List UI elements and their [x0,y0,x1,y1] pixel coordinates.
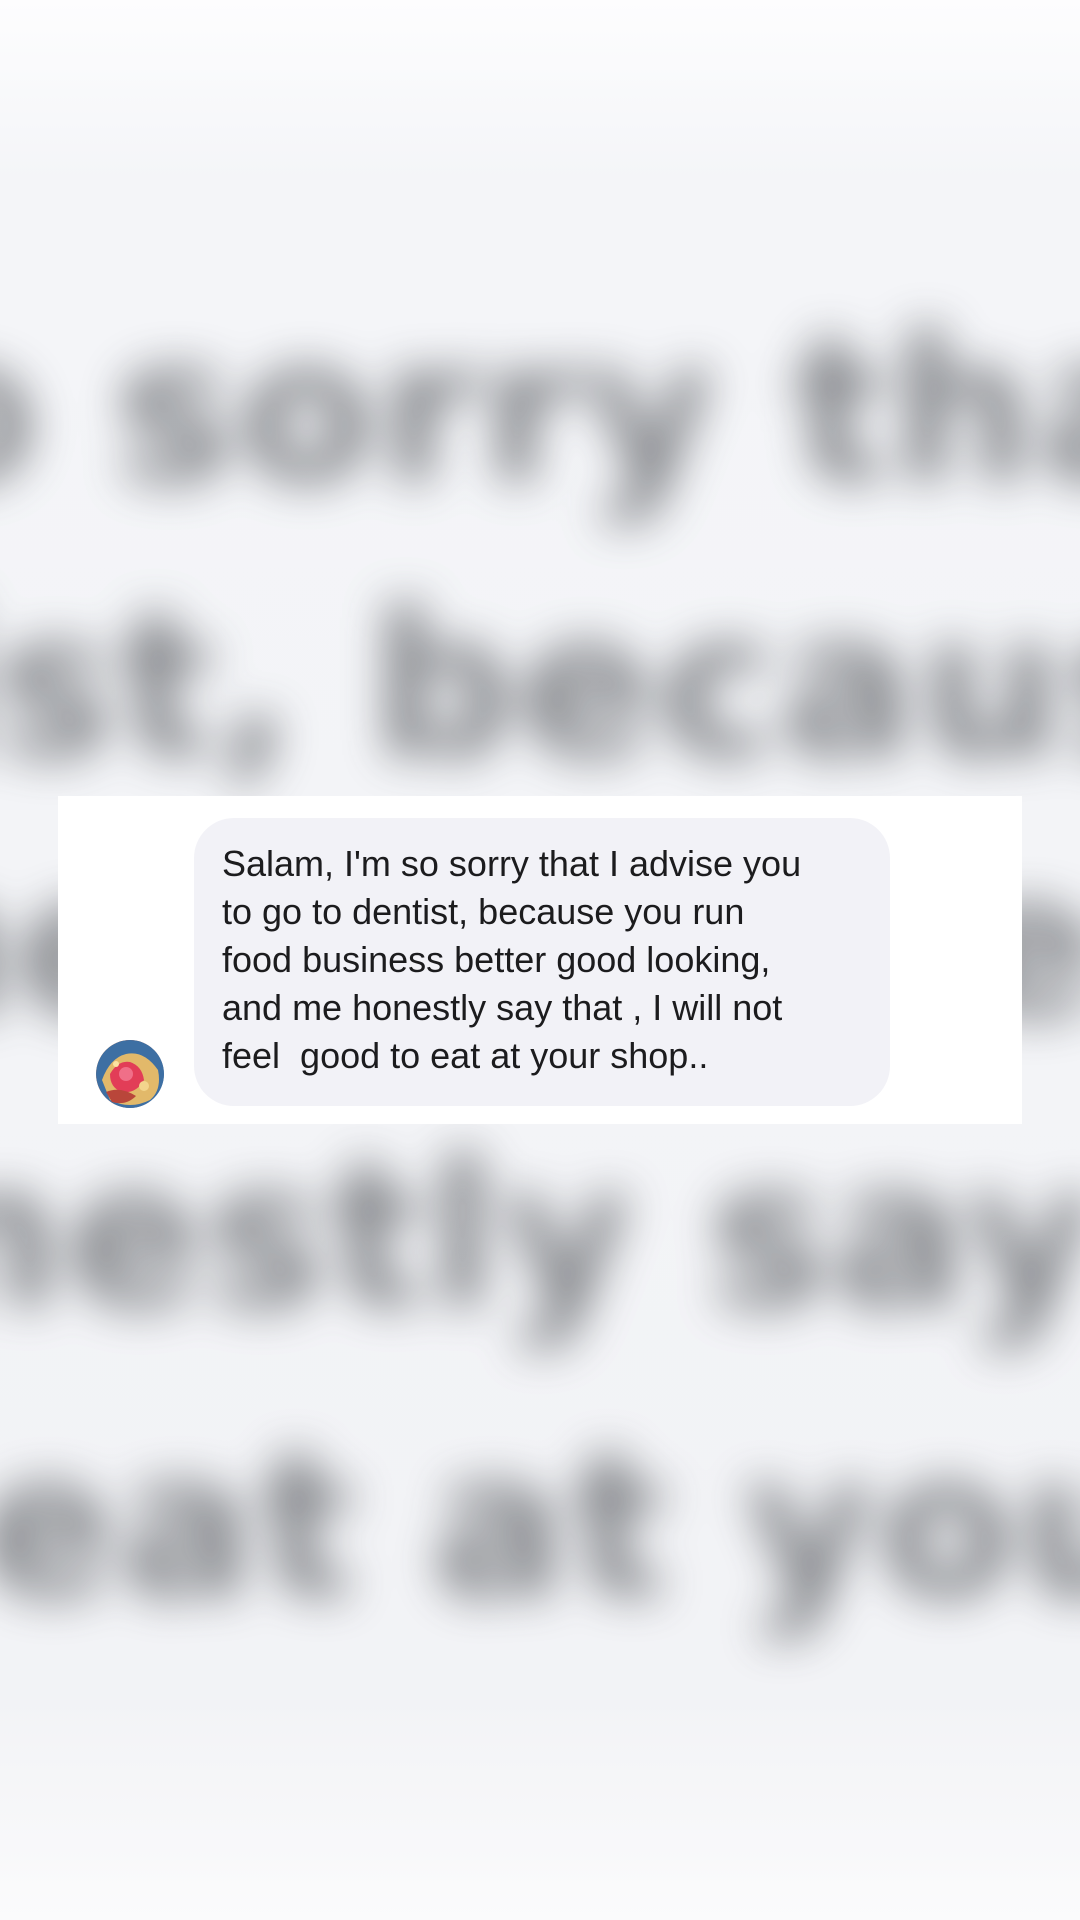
blurred-line: nestly say tha [0,1120,1080,1353]
message-text: Salam, I'm so sorry that I advise you to… [222,843,802,1076]
screen: o sorry that list, becaus ness better ne… [0,0,1080,1920]
blurred-line: eat at your [0,1410,1080,1643]
blurred-line: list, becaus [0,570,1080,803]
message-card: Salam, I'm so sorry that I advise you to… [58,796,1022,1124]
avatar[interactable] [96,1040,164,1108]
avatar-image-icon [96,1040,164,1108]
message-bubble[interactable]: Salam, I'm so sorry that I advise you to… [194,818,890,1106]
blurred-line: o sorry that [0,295,1080,528]
